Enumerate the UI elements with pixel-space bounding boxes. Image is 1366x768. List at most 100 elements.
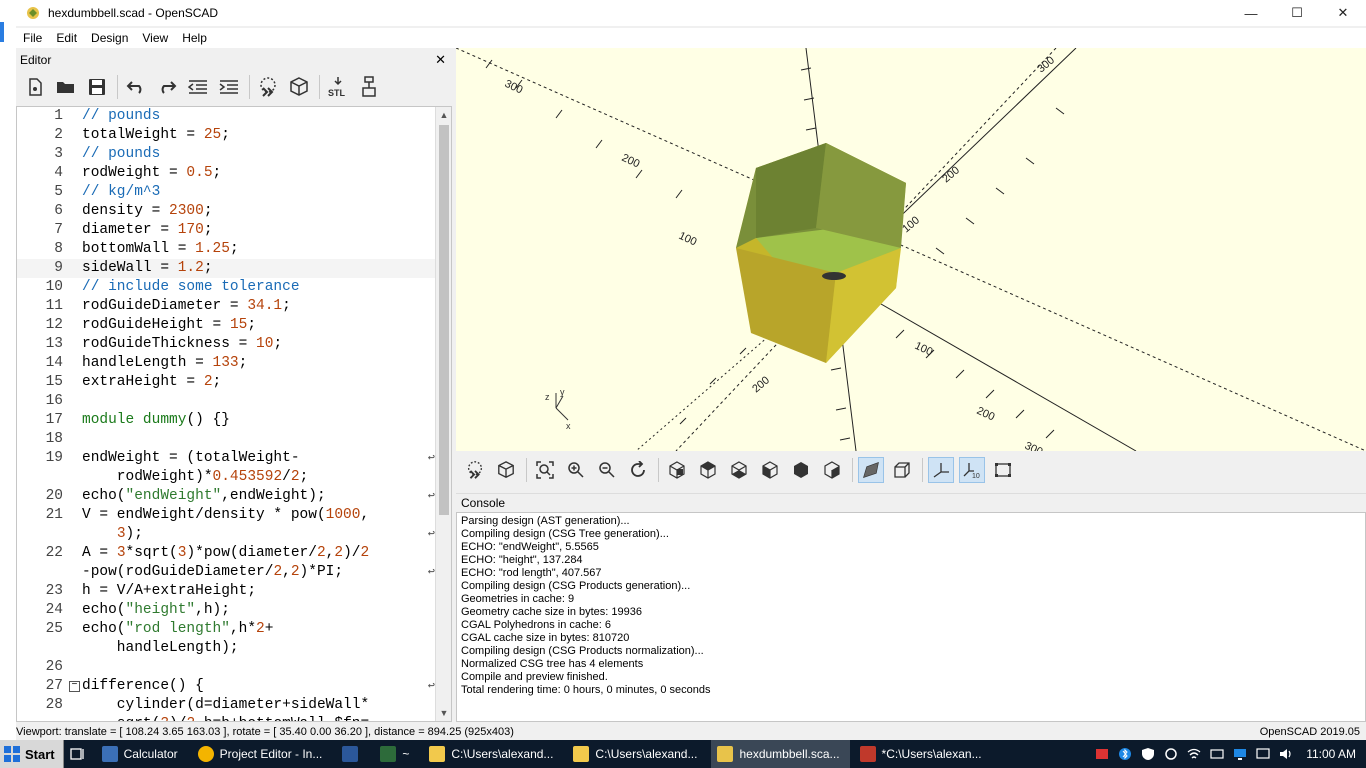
start-button[interactable]: Start [0,740,64,768]
code-line[interactable]: 25 echo("rod length",h*2+ [17,620,437,639]
code-line[interactable]: -pow(rodGuideDiameter/2,2)*PI; ↩ [17,563,437,582]
task-view-button[interactable] [64,740,92,768]
indent-icon[interactable] [216,74,242,100]
scroll-up-arrow-icon[interactable]: ▲ [436,107,451,123]
open-icon[interactable] [53,74,79,100]
code-line[interactable]: 22 A = 3*sqrt(3)*pow(diameter/2,2)/2 [17,544,437,563]
editor-vertical-scrollbar[interactable]: ▲ ▼ [435,107,451,721]
code-line[interactable]: 15 extraHeight = 2; [17,373,437,392]
wifi-icon[interactable] [1187,747,1201,761]
console-output[interactable]: Parsing design (AST generation)... Compil… [456,512,1366,722]
code-line[interactable]: 11 rodGuideDiameter = 34.1; [17,297,437,316]
menu-view[interactable]: View [135,31,175,45]
view-bottom-icon[interactable] [726,457,752,483]
code-line[interactable]: 17 module dummy() {} [17,411,437,430]
scroll-down-arrow-icon[interactable]: ▼ [436,705,451,721]
code-line[interactable]: rodWeight)*0.453592/2; [17,468,437,487]
code-line[interactable]: 2 totalWeight = 25; [17,126,437,145]
view-top-icon[interactable] [695,457,721,483]
taskbar-item[interactable] [336,740,370,768]
render-icon[interactable] [286,74,312,100]
taskbar-item[interactable]: ~ [374,740,419,768]
code-line[interactable]: 18 [17,430,437,449]
send-to-printer-icon[interactable] [356,74,382,100]
view-right-icon[interactable] [664,457,690,483]
taskbar-item[interactable]: C:\Users\alexand... [423,740,563,768]
code-line[interactable]: 6 density = 2300; [17,202,437,221]
3d-viewport[interactable]: 300 200 100 200 100 300 200 100 200 300 [456,48,1366,451]
code-line[interactable]: 19 endWeight = (totalWeight- ↩ [17,449,437,468]
volume-icon[interactable] [1279,747,1293,761]
render-icon[interactable] [493,457,519,483]
view-all-icon[interactable] [532,457,558,483]
taskbar-clock[interactable]: 11:00 AM [1306,747,1356,761]
editor-close-button[interactable]: ✕ [435,50,446,70]
taskbar-item[interactable]: Project Editor - In... [192,740,333,768]
code-line[interactable]: 23 h = V/A+extraHeight; [17,582,437,601]
save-icon[interactable] [84,74,110,100]
code-line[interactable]: 13 rodGuideThickness = 10; [17,335,437,354]
code-line[interactable]: 16 [17,392,437,411]
show-edges-icon[interactable] [990,457,1016,483]
reset-view-icon[interactable] [625,457,651,483]
preview-icon[interactable] [462,457,488,483]
close-button[interactable]: ✕ [1320,0,1366,26]
view-back-icon[interactable] [819,457,845,483]
show-axes-icon[interactable] [928,457,954,483]
fold-toggle-icon[interactable]: − [69,681,80,692]
code-line[interactable]: 3); ↩ [17,525,437,544]
preview-icon[interactable] [255,74,281,100]
bluetooth-icon[interactable] [1118,747,1132,761]
code-line[interactable]: 27− difference() {↩ [17,677,437,696]
menu-design[interactable]: Design [84,31,135,45]
orthogonal-icon[interactable] [889,457,915,483]
title-bar[interactable]: hexdumbbell.scad - OpenSCAD — ☐ ✕ [16,0,1366,26]
zoom-in-icon[interactable] [563,457,589,483]
code-line[interactable]: 1 // pounds [17,107,437,126]
code-line[interactable]: 26 [17,658,437,677]
minimize-button[interactable]: — [1228,0,1274,26]
view-left-icon[interactable] [757,457,783,483]
code-line[interactable]: 3 // pounds [17,145,437,164]
new-icon[interactable] [22,74,48,100]
defender-icon[interactable] [1141,747,1155,761]
perspective-icon[interactable] [858,457,884,483]
code-line[interactable]: 4 rodWeight = 0.5; [17,164,437,183]
code-line[interactable]: sqrt(3)/2,h=h+bottomWall,$fn= [17,715,437,721]
code-line[interactable]: 12 rodGuideHeight = 15; [17,316,437,335]
taskbar-item[interactable]: Calculator [96,740,188,768]
taskbar-item[interactable]: hexdumbbell.sca... [711,740,850,768]
code-line[interactable]: 21 V = endWeight/density * pow(1000, [17,506,437,525]
menu-help[interactable]: Help [175,31,214,45]
code-line[interactable]: 7 diameter = 170; [17,221,437,240]
code-line[interactable]: handleLength); [17,639,437,658]
network-settings-icon[interactable] [1164,747,1178,761]
menu-file[interactable]: File [16,31,49,45]
display-icon[interactable] [1256,747,1270,761]
code-editor[interactable]: 1 // pounds 2 totalWeight = 25; 3 // pounds 4 r… [16,106,452,722]
maximize-button[interactable]: ☐ [1274,0,1320,26]
code-line[interactable]: 8 bottomWall = 1.25; [17,240,437,259]
editor-scroll-thumb[interactable] [439,125,449,515]
code-line[interactable]: 24 echo("height",h); [17,601,437,620]
menu-edit[interactable]: Edit [49,31,84,45]
redo-icon[interactable] [154,74,180,100]
show-scale-markers-icon[interactable]: 10 [959,457,985,483]
code-line[interactable]: 28 cylinder(d=diameter+sideWall* [17,696,437,715]
export-stl-icon[interactable]: STL [325,74,351,100]
code-line[interactable]: 10 // include some tolerance [17,278,437,297]
unindent-icon[interactable] [185,74,211,100]
tray-app-icon[interactable] [1095,747,1109,761]
code-line[interactable]: 20 echo("endWeight",endWeight); ↩ [17,487,437,506]
taskbar-item[interactable]: C:\Users\alexand... [567,740,707,768]
view-front-icon[interactable] [788,457,814,483]
zoom-out-icon[interactable] [594,457,620,483]
taskbar-item[interactable]: *C:\Users\alexan... [854,740,992,768]
undo-icon[interactable] [123,74,149,100]
code-line[interactable]: 14 handleLength = 133; [17,354,437,373]
code-line[interactable]: 9 sideWall = 1.2; [17,259,437,278]
monitor-icon[interactable] [1233,747,1247,761]
code-line[interactable]: 5 // kg/m^3 [17,183,437,202]
line-number: 23 [45,583,63,599]
keyboard-icon[interactable] [1210,747,1224,761]
